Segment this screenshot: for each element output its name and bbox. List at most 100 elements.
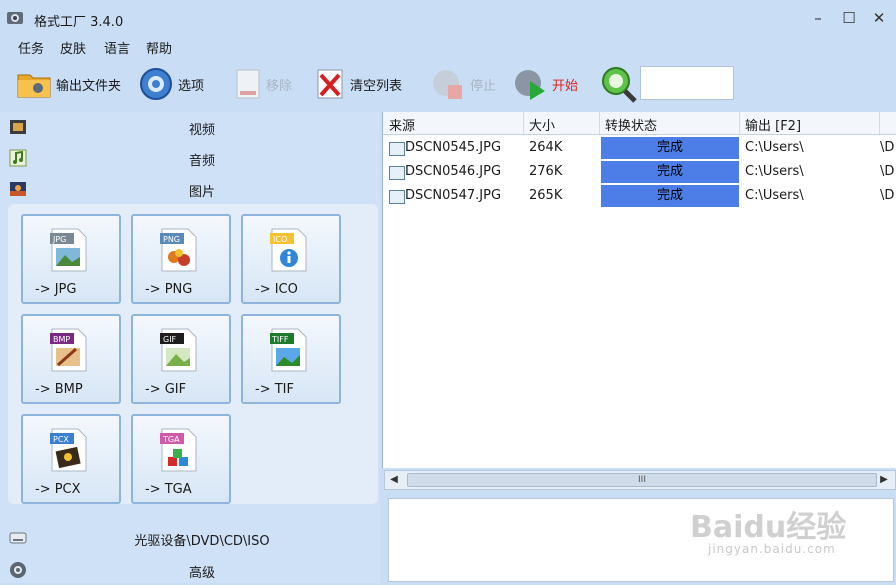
header-size[interactable]: 大小 — [529, 115, 555, 134]
redacted-region — [805, 136, 877, 160]
watermark-sub-text: jingyan.baidu.com — [708, 542, 836, 556]
remove-label: 移除 — [266, 78, 293, 94]
clear-list-icon — [317, 69, 343, 99]
category-audio[interactable]: 音频 — [0, 143, 380, 173]
category-advanced-label: 高级 — [188, 566, 215, 581]
tile-to-pcx-label: -> PCX — [35, 482, 81, 497]
ico-badge-text: ICO — [273, 235, 287, 244]
minimize-button[interactable]: – — [807, 7, 829, 29]
jpg-badge-text: JPG — [52, 235, 66, 244]
stop-label: 停止 — [470, 78, 497, 94]
row-output-tail: \D — [880, 140, 895, 155]
tiff-badge-text: TIFF — [271, 335, 289, 344]
task-list-table: 来源 大小 转换状态 输出 [F2] DSCN0545.JPG 264K 完成 … — [382, 112, 896, 468]
options-label: 选项 — [178, 78, 205, 94]
play-icon — [515, 70, 545, 100]
tile-to-pcx[interactable]: PCX -> PCX — [21, 414, 121, 504]
menu-skin[interactable]: 皮肤 — [60, 38, 86, 57]
pcx-badge-text: PCX — [53, 435, 69, 444]
scroll-left-arrow-icon[interactable]: ◀ — [385, 471, 403, 489]
tile-to-tif[interactable]: TIFF -> TIF — [241, 314, 341, 404]
category-advanced[interactable]: 高级 — [0, 555, 380, 585]
remove-button[interactable]: 移除 — [234, 64, 292, 104]
tile-to-png[interactable]: PNG -> PNG — [131, 214, 231, 304]
close-button[interactable]: ✕ — [868, 7, 890, 29]
image-file-icon — [389, 166, 405, 180]
table-header: 来源 大小 转换状态 输出 [F2] — [383, 112, 896, 135]
header-source[interactable]: 来源 — [389, 115, 415, 134]
row-source: DSCN0545.JPG — [405, 140, 502, 155]
row-output: C:\Users\ — [745, 164, 804, 179]
bmp-file-icon: BMP — [50, 328, 87, 372]
scrollbar-thumb[interactable]: III — [407, 473, 877, 487]
row-output-tail: \D — [880, 188, 895, 203]
tile-to-gif[interactable]: GIF -> GIF — [131, 314, 231, 404]
folder-icon — [17, 74, 51, 98]
row-size: 265K — [529, 188, 563, 203]
clear-list-label: 清空列表 — [350, 78, 403, 94]
table-row[interactable]: DSCN0545.JPG 264K 完成 C:\Users\ \D — [383, 136, 896, 160]
horizontal-scrollbar[interactable]: ◀ III ▶ — [384, 470, 896, 490]
gear-icon — [140, 68, 172, 100]
menu-task[interactable]: 任务 — [18, 38, 44, 57]
tile-to-tga[interactable]: TGA -> TGA — [131, 414, 231, 504]
maximize-button[interactable]: ☐ — [838, 7, 860, 29]
header-status[interactable]: 转换状态 — [605, 115, 657, 134]
table-row[interactable]: DSCN0547.JPG 265K 完成 C:\Users\ \D — [383, 184, 896, 208]
tif-file-icon: TIFF — [270, 328, 307, 372]
options-button[interactable]: 选项 — [138, 64, 204, 104]
clear-list-button[interactable]: 清空列表 — [314, 64, 402, 104]
row-size: 276K — [529, 164, 563, 179]
output-folder-label: 输出文件夹 — [56, 78, 122, 94]
category-dvd[interactable]: 光驱设备\DVD\CD\ISO — [0, 523, 380, 553]
table-row[interactable]: DSCN0546.JPG 276K 完成 C:\Users\ \D — [383, 160, 896, 184]
category-dvd-label: 光驱设备\DVD\CD\ISO — [134, 534, 270, 549]
magnifier-icon[interactable] — [598, 64, 638, 104]
tile-to-ico[interactable]: ICO -> ICO — [241, 214, 341, 304]
gif-badge-text: GIF — [163, 335, 177, 344]
jpg-file-icon: JPG — [50, 228, 87, 272]
tile-to-jpg-label: -> JPG — [35, 282, 77, 297]
png-file-icon: PNG — [160, 228, 197, 272]
search-input[interactable] — [640, 66, 734, 100]
redacted-region — [805, 160, 877, 184]
tga-badge-text: TGA — [162, 435, 180, 444]
tile-to-jpg[interactable]: JPG -> JPG — [21, 214, 121, 304]
menu-help[interactable]: 帮助 — [146, 38, 172, 57]
redacted-region — [805, 184, 877, 208]
category-video-label: 视频 — [188, 123, 215, 138]
ico-file-icon: ICO — [270, 228, 307, 272]
tile-to-gif-label: -> GIF — [145, 382, 187, 397]
title-bar: 格式工厂 3.4.0 – ☐ ✕ — [0, 0, 896, 36]
toolbar: 输出文件夹 选项 移除 清空列表 停止 开始 — [0, 58, 896, 110]
output-folder-button[interactable]: 输出文件夹 — [16, 64, 121, 104]
category-image[interactable]: 图片 — [0, 174, 380, 204]
tile-to-png-label: -> PNG — [145, 282, 193, 297]
menu-bar: 任务 皮肤 语言 帮助 — [0, 36, 896, 58]
scroll-right-arrow-icon[interactable]: ▶ — [875, 471, 893, 489]
stop-button[interactable]: 停止 — [430, 64, 496, 104]
row-output: C:\Users\ — [745, 188, 804, 203]
baidu-watermark: Baidu经验 jingyan.baidu.com — [690, 488, 890, 558]
tile-to-bmp-label: -> BMP — [35, 382, 83, 397]
category-video[interactable]: 视频 — [0, 112, 380, 142]
header-output[interactable]: 输出 [F2] — [745, 115, 801, 134]
stop-icon — [433, 70, 462, 99]
tile-to-tif-label: -> TIF — [255, 382, 294, 397]
row-output-tail: \D — [880, 164, 895, 179]
tile-to-ico-label: -> ICO — [255, 282, 298, 297]
window-title: 格式工厂 3.4.0 — [34, 15, 124, 30]
tile-to-bmp[interactable]: BMP -> BMP — [21, 314, 121, 404]
start-button[interactable]: 开始 — [512, 64, 578, 104]
pcx-file-icon: PCX — [50, 428, 87, 472]
image-format-grid: JPG -> JPG PNG -> PNG ICO -> ICO BMP -> … — [8, 204, 378, 504]
tile-to-tga-label: -> TGA — [145, 482, 192, 497]
row-source: DSCN0546.JPG — [405, 164, 502, 179]
row-status: 完成 — [601, 185, 739, 207]
remove-file-icon — [236, 69, 260, 99]
row-source: DSCN0547.JPG — [405, 188, 502, 203]
bmp-badge-text: BMP — [53, 335, 70, 344]
gif-file-icon: GIF — [160, 328, 197, 372]
png-badge-text: PNG — [163, 235, 180, 244]
menu-language[interactable]: 语言 — [104, 38, 130, 57]
